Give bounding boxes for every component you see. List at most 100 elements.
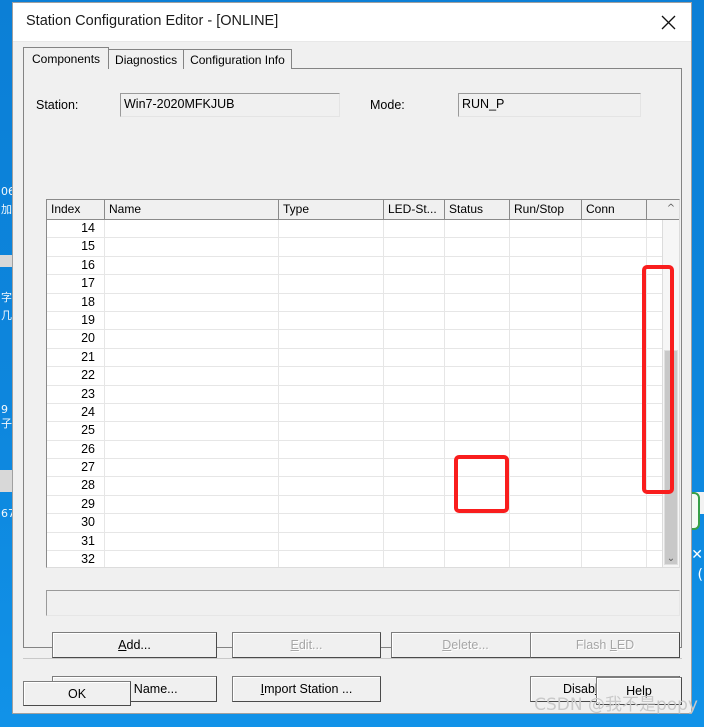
column-header-name[interactable]: Name: [105, 200, 279, 219]
table-row[interactable]: 16: [47, 256, 679, 276]
cell-index: 25: [47, 422, 105, 440]
background-text-fragment: 子: [1, 417, 12, 430]
station-name-field[interactable]: Win7-2020MFKJUB: [120, 93, 340, 117]
table-row[interactable]: 17: [47, 275, 679, 294]
tab-configuration-info[interactable]: Configuration Info: [183, 49, 292, 69]
csdn-watermark: CSDN @我不是popy: [534, 695, 698, 715]
close-icon[interactable]: [645, 3, 691, 41]
cell-led-st: [384, 348, 445, 367]
cell-status: [445, 403, 510, 422]
cell-led-st: [384, 477, 445, 495]
cell-name: [105, 514, 279, 532]
table-row[interactable]: 22: [47, 367, 679, 386]
window-title: Station Configuration Editor - [ONLINE]: [26, 13, 279, 29]
table-row[interactable]: 27: [47, 459, 679, 478]
footer-divider: [23, 658, 682, 659]
cell-name: [105, 367, 279, 385]
table-row[interactable]: 24: [47, 403, 679, 423]
background-text-fragment: 9: [1, 403, 8, 416]
table-row[interactable]: 21: [47, 348, 679, 368]
cell-index: 21: [47, 348, 105, 367]
cell-led-st: [384, 514, 445, 532]
add-button[interactable]: Add...: [52, 632, 217, 658]
table-row[interactable]: 32: [47, 551, 679, 567]
column-header-run-stop[interactable]: Run/Stop: [510, 200, 582, 219]
table-row[interactable]: 28: [47, 477, 679, 496]
cell-conn: [582, 330, 647, 348]
cell-name: [105, 551, 279, 567]
table-row[interactable]: 26: [47, 440, 679, 460]
tab-diagnostics[interactable]: Diagnostics: [108, 49, 185, 69]
cell-led-st: [384, 422, 445, 440]
cell-status: [445, 440, 510, 459]
background-text-fragment: 几: [1, 309, 12, 322]
cell-led-st: [384, 403, 445, 422]
table-row[interactable]: 29: [47, 495, 679, 515]
chevron-up-icon[interactable]: ^: [663, 200, 679, 217]
cell-index: 23: [47, 385, 105, 403]
cell-index: 15: [47, 238, 105, 256]
cell-type: [279, 477, 384, 495]
table-row[interactable]: 25: [47, 422, 679, 441]
cell-run-stop: [510, 495, 582, 514]
status-message-field: [46, 590, 680, 616]
cell-status: [445, 385, 510, 403]
cell-index: 32: [47, 551, 105, 567]
table-vertical-scrollbar[interactable]: ^ ⌄: [662, 203, 679, 567]
cell-led-st: [384, 330, 445, 348]
mode-field[interactable]: RUN_P: [458, 93, 641, 117]
cell-conn: [582, 311, 647, 330]
table-row[interactable]: 19: [47, 311, 679, 331]
cell-type: [279, 367, 384, 385]
cell-led-st: [384, 385, 445, 403]
table-row[interactable]: 20: [47, 330, 679, 349]
cell-status: [445, 220, 510, 238]
edit-button-label: Edit...: [290, 638, 323, 652]
cell-conn: [582, 403, 647, 422]
edit-button[interactable]: Edit...: [232, 632, 381, 658]
import-station-button-label: Import Station ...: [260, 682, 353, 696]
cell-name: [105, 311, 279, 330]
table-row[interactable]: 14: [47, 220, 679, 239]
table-row[interactable]: 15: [47, 238, 679, 257]
mode-label: Mode:: [370, 98, 405, 112]
scrollbar-thumb[interactable]: [664, 350, 678, 565]
delete-button[interactable]: Delete...: [391, 632, 540, 658]
cell-status: [445, 311, 510, 330]
cell-name: [105, 459, 279, 477]
cell-led-st: [384, 311, 445, 330]
column-header-conn[interactable]: Conn: [582, 200, 647, 219]
cell-type: [279, 330, 384, 348]
tab-components[interactable]: Components: [23, 47, 110, 69]
background-window-strip: [0, 255, 12, 267]
cell-index: 29: [47, 495, 105, 514]
flash-led-button[interactable]: Flash LED: [530, 632, 680, 658]
cell-name: [105, 385, 279, 403]
cell-index: 24: [47, 403, 105, 422]
table-row[interactable]: 18: [47, 293, 679, 312]
column-header-led-st[interactable]: LED-St...: [384, 200, 445, 219]
table-row[interactable]: 30: [47, 514, 679, 533]
column-header-index[interactable]: Index: [47, 200, 105, 219]
cell-run-stop: [510, 238, 582, 256]
background-close-glyph: ✕: [691, 547, 703, 563]
cell-status: [445, 422, 510, 440]
table-row[interactable]: 23: [47, 385, 679, 404]
cell-conn: [582, 495, 647, 514]
cell-led-st: [384, 367, 445, 385]
cell-led-st: [384, 459, 445, 477]
table-row[interactable]: 31: [47, 532, 679, 552]
cell-name: [105, 440, 279, 459]
cell-index: 26: [47, 440, 105, 459]
column-header-status[interactable]: Status: [445, 200, 510, 219]
import-station-button[interactable]: Import Station ...: [232, 676, 381, 702]
cell-run-stop: [510, 459, 582, 477]
cell-led-st: [384, 275, 445, 293]
chevron-down-icon[interactable]: ⌄: [663, 550, 679, 567]
cell-status: [445, 293, 510, 311]
ok-button[interactable]: OK: [23, 681, 131, 706]
background-text-fragment: 字: [1, 291, 12, 304]
column-header-type[interactable]: Type: [279, 200, 384, 219]
components-table[interactable]: Index Name Type LED-St... Status Run/Sto…: [46, 199, 680, 568]
cell-conn: [582, 256, 647, 275]
